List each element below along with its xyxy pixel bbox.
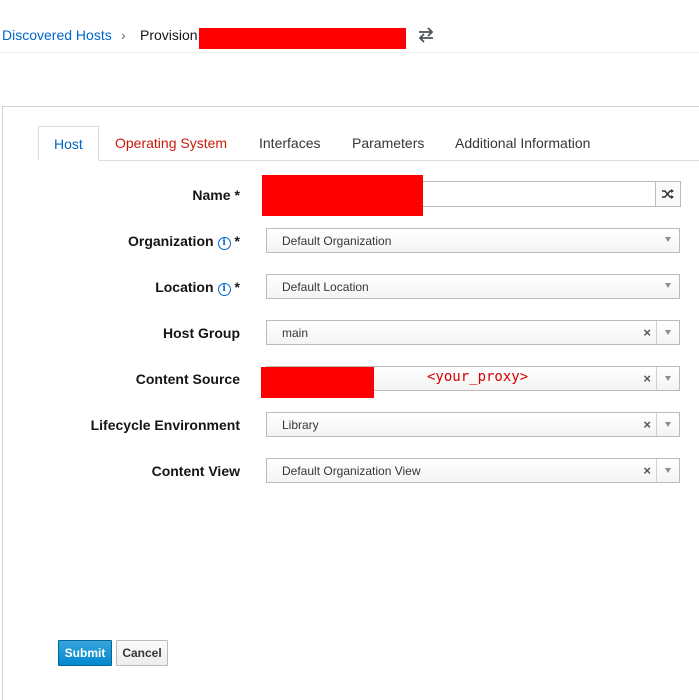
chevron-down-icon[interactable] (656, 459, 679, 482)
chevron-down-icon[interactable] (656, 321, 679, 344)
chevron-down-icon[interactable] (656, 367, 679, 390)
redacted-host-name (199, 28, 406, 49)
lifecycle-environment-value: Library (282, 418, 319, 432)
organization-label-text: Organization (127, 233, 214, 249)
location-label-text: Location (155, 279, 214, 295)
organization-select[interactable]: Default Organization (266, 228, 680, 253)
organization-label: Organization i * (0, 233, 240, 250)
host-group-value: main (282, 326, 309, 340)
clear-x-icon[interactable]: × (643, 463, 651, 478)
required-marker: * (234, 233, 240, 249)
name-label: Name * (0, 187, 240, 203)
lifecycle-environment-label: Lifecycle Environment (90, 417, 240, 433)
clear-x-icon[interactable]: × (643, 371, 651, 386)
required-marker: * (234, 279, 240, 295)
redacted-content-source (261, 367, 374, 398)
chevron-down-icon (665, 237, 671, 242)
breadcrumb-discovered-hosts-link[interactable]: Discovered Hosts (2, 27, 112, 43)
clear-x-icon[interactable]: × (643, 417, 651, 432)
breadcrumb-current: Provision (140, 27, 198, 43)
required-marker: * (234, 187, 240, 203)
submit-button[interactable]: Submit (58, 640, 112, 666)
redacted-name-value (262, 175, 423, 216)
shuffle-icon[interactable] (655, 181, 681, 207)
chevron-down-icon (665, 283, 671, 288)
info-icon[interactable]: i (217, 283, 231, 296)
tab-bar: Host Operating System Interfaces Paramet… (38, 126, 699, 161)
proxy-annotation: <your_proxy> (427, 369, 529, 385)
content-source-label: Content Source (135, 371, 240, 387)
content-view-value: Default Organization View (282, 464, 421, 478)
location-select[interactable]: Default Location (266, 274, 680, 299)
tab-additional-information[interactable]: Additional Information (455, 126, 590, 161)
clear-x-icon[interactable]: × (643, 325, 651, 340)
tab-interfaces[interactable]: Interfaces (259, 126, 320, 161)
breadcrumb-separator-icon: › (121, 27, 126, 43)
switch-arrows-icon[interactable] (416, 25, 436, 45)
cancel-button[interactable]: Cancel (116, 640, 168, 666)
name-label-text: Name (192, 187, 231, 203)
location-value: Default Location (282, 280, 369, 294)
location-label: Location i * (0, 279, 240, 296)
tab-parameters[interactable]: Parameters (352, 126, 424, 161)
content-view-select[interactable]: Default Organization View × (266, 458, 680, 483)
tab-operating-system[interactable]: Operating System (115, 126, 227, 161)
chevron-down-icon[interactable] (656, 413, 679, 436)
content-view-label: Content View (151, 463, 240, 479)
tab-host[interactable]: Host (38, 126, 99, 161)
host-group-select[interactable]: main × (266, 320, 680, 345)
breadcrumb: Discovered Hosts › Provision (0, 0, 699, 53)
host-group-label: Host Group (163, 325, 240, 341)
organization-value: Default Organization (282, 234, 392, 248)
info-icon[interactable]: i (217, 237, 231, 250)
lifecycle-environment-select[interactable]: Library × (266, 412, 680, 437)
